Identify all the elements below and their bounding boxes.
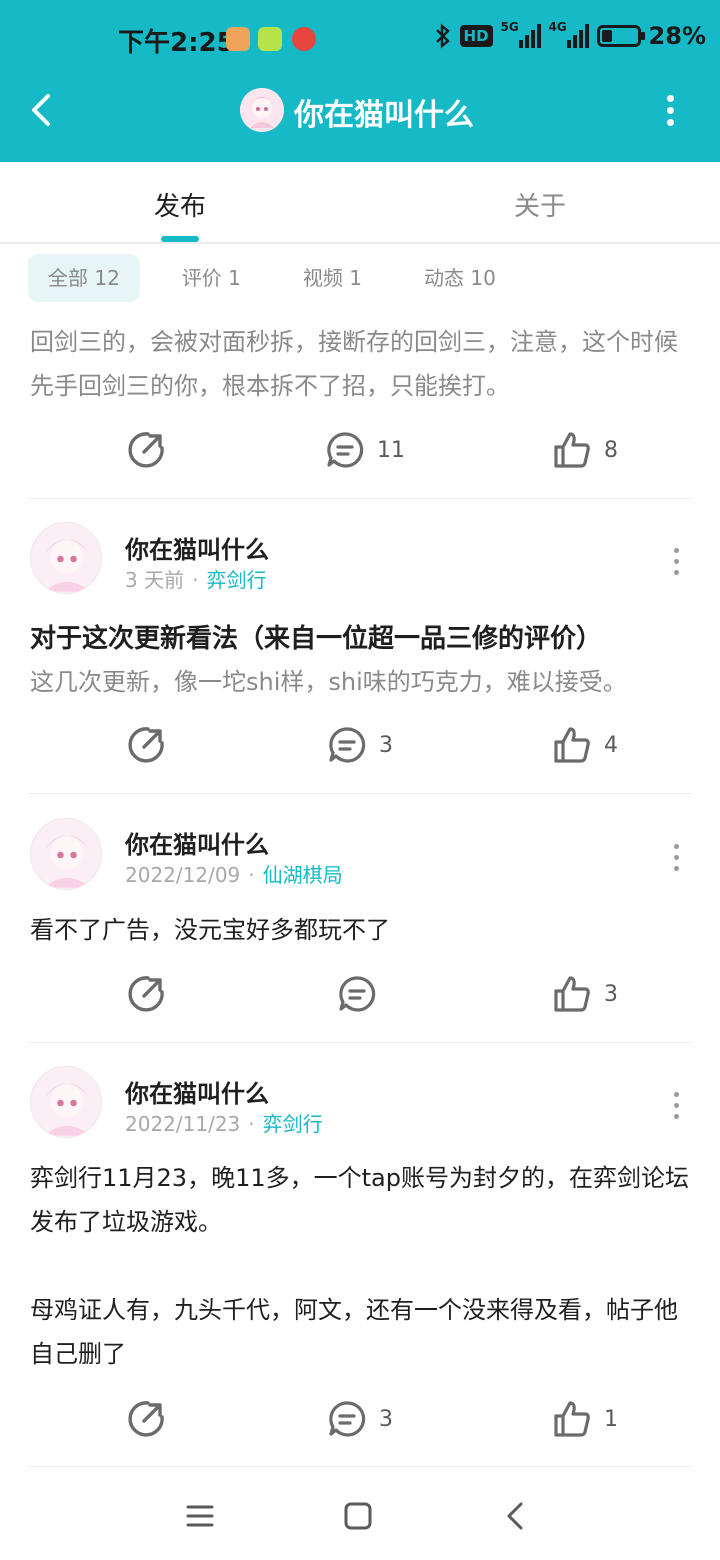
share-icon bbox=[128, 976, 164, 1012]
like-icon bbox=[554, 1401, 590, 1437]
post-meta: 2022/12/09 · 仙湖棋局 bbox=[125, 859, 343, 888]
battery-level: 28% bbox=[648, 22, 706, 50]
status-bar: 下午2:25 HD 5G 4G 28% bbox=[0, 0, 720, 78]
like-button[interactable]: 1 bbox=[552, 1399, 618, 1439]
tab-about[interactable]: 关于 bbox=[514, 186, 566, 223]
author-name[interactable]: 你在猫叫什么 bbox=[125, 530, 269, 565]
gift-app-icon bbox=[226, 27, 250, 51]
back-arrow-icon[interactable] bbox=[22, 90, 62, 130]
comment-icon bbox=[339, 976, 376, 1012]
comment-button[interactable]: 3 bbox=[327, 1399, 393, 1439]
share-button[interactable] bbox=[126, 430, 166, 470]
post-time: 2022/11/23 bbox=[125, 1112, 241, 1136]
divider bbox=[28, 498, 692, 499]
share-button[interactable] bbox=[126, 974, 166, 1014]
meta-dot: · bbox=[248, 863, 255, 887]
like-count: 1 bbox=[604, 1406, 618, 1432]
post-title[interactable]: 对于这次更新看法（来自一位超一品三修的评价） bbox=[30, 618, 602, 655]
post-body-paragraph-2[interactable]: 母鸡证人有，九头千代，阿文，还有一个没来得及看，帖子他自己删了 bbox=[30, 1288, 690, 1376]
like-count: 4 bbox=[604, 732, 618, 758]
comment-icon bbox=[327, 432, 364, 468]
page-title: 你在猫叫什么 bbox=[294, 98, 474, 133]
like-icon bbox=[554, 432, 590, 468]
more-vertical-icon[interactable] bbox=[668, 1090, 684, 1120]
tab-publish[interactable]: 发布 bbox=[154, 186, 206, 223]
author-name[interactable]: 你在猫叫什么 bbox=[125, 825, 269, 860]
bluetooth-icon bbox=[435, 23, 450, 49]
anime-avatar-icon bbox=[31, 523, 101, 593]
like-icon bbox=[554, 727, 590, 763]
share-icon bbox=[128, 727, 164, 763]
divider bbox=[28, 1466, 692, 1467]
avatar[interactable] bbox=[30, 1066, 102, 1138]
game-link[interactable]: 仙湖棋局 bbox=[263, 863, 343, 887]
status-time: 下午2:25 bbox=[118, 28, 235, 58]
anime-avatar-icon bbox=[240, 88, 284, 132]
share-button[interactable] bbox=[126, 725, 166, 765]
like-icon bbox=[554, 976, 590, 1012]
header-nav: 你在猫叫什么 bbox=[0, 78, 720, 162]
post-body[interactable]: 这几次更新，像一坨shi样，shi味的巧克力，难以接受。 bbox=[30, 660, 690, 704]
more-vertical-icon[interactable] bbox=[668, 842, 684, 872]
avatar[interactable] bbox=[30, 818, 102, 890]
game-link[interactable]: 弈剑行 bbox=[263, 1112, 323, 1136]
share-icon bbox=[128, 432, 164, 468]
avatar[interactable] bbox=[30, 522, 102, 594]
comment-button[interactable]: 3 bbox=[327, 725, 393, 765]
battery-icon bbox=[596, 25, 645, 47]
post-body[interactable]: 看不了广告，没元宝好多都玩不了 bbox=[30, 908, 690, 952]
share-icon bbox=[128, 1401, 164, 1437]
comment-icon bbox=[329, 727, 366, 763]
home-square-icon[interactable] bbox=[338, 1496, 378, 1536]
comment-count: 11 bbox=[377, 437, 405, 463]
game-link[interactable]: 弈剑行 bbox=[206, 568, 266, 592]
meta-dot: · bbox=[192, 568, 199, 592]
comment-button[interactable] bbox=[337, 974, 377, 1014]
filter-all[interactable]: 全部 12 bbox=[28, 254, 140, 302]
author-name[interactable]: 你在猫叫什么 bbox=[125, 1074, 269, 1109]
divider bbox=[28, 793, 692, 794]
post-body[interactable]: 回剑三的，会被对面秒拆，接断存的回剑三，注意，这个时候先手回剑三的你，根本拆不了… bbox=[30, 320, 690, 408]
status-right: HD 5G 4G 28% bbox=[434, 20, 706, 50]
anime-avatar-icon bbox=[31, 819, 101, 889]
more-vertical-icon[interactable] bbox=[668, 546, 684, 576]
signal-4g-icon: 4G bbox=[549, 20, 589, 48]
header-avatar[interactable] bbox=[240, 88, 284, 132]
music-app-icon bbox=[292, 27, 316, 51]
post-meta: 2022/11/23 · 弈剑行 bbox=[125, 1108, 323, 1137]
menu-icon[interactable] bbox=[180, 1496, 220, 1536]
divider bbox=[28, 1042, 692, 1043]
system-nav-bar bbox=[0, 1478, 720, 1560]
post-meta: 3 天前 · 弈剑行 bbox=[125, 564, 266, 593]
share-button[interactable] bbox=[126, 1399, 166, 1439]
message-app-icon bbox=[258, 27, 282, 51]
like-count: 3 bbox=[604, 981, 618, 1007]
signal-5g-icon: 5G bbox=[501, 20, 541, 48]
back-chevron-icon[interactable] bbox=[496, 1496, 536, 1536]
like-button[interactable]: 4 bbox=[552, 725, 618, 765]
post-time: 3 天前 bbox=[125, 568, 185, 592]
comment-icon bbox=[329, 1401, 366, 1437]
post-time: 2022/12/09 bbox=[125, 863, 241, 887]
comment-count: 3 bbox=[379, 732, 393, 758]
like-count: 8 bbox=[604, 437, 618, 463]
comment-count: 3 bbox=[379, 1406, 393, 1432]
tab-indicator bbox=[161, 236, 199, 242]
filter-chips: 全部 12 评价 1 视频 1 动态 10 bbox=[28, 254, 538, 302]
filter-moments[interactable]: 动态 10 bbox=[404, 254, 516, 302]
like-button[interactable]: 3 bbox=[552, 974, 618, 1014]
like-button[interactable]: 8 bbox=[552, 430, 618, 470]
meta-dot: · bbox=[248, 1112, 255, 1136]
top-bar: 下午2:25 HD 5G 4G 28% 你在猫叫什么 bbox=[0, 0, 720, 162]
post-body-paragraph-1[interactable]: 弈剑行11月23，晚11多，一个tap账号为封夕的，在弈剑论坛发布了垃圾游戏。 bbox=[30, 1156, 690, 1244]
hd-badge: HD bbox=[459, 25, 493, 47]
more-vertical-icon[interactable] bbox=[660, 92, 680, 128]
filter-video[interactable]: 视频 1 bbox=[283, 254, 382, 302]
filter-review[interactable]: 评价 1 bbox=[162, 254, 261, 302]
anime-avatar-icon bbox=[31, 1067, 101, 1137]
comment-button[interactable]: 11 bbox=[325, 430, 405, 470]
tab-bar: 发布 关于 bbox=[0, 162, 720, 244]
